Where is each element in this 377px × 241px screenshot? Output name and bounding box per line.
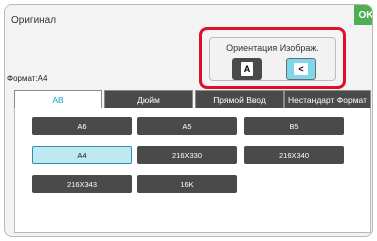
tab-custom-size[interactable]: Нестандарт Формат (284, 90, 371, 109)
size-216x343-button[interactable]: 216X343 (32, 175, 132, 193)
ok-button[interactable]: OK (354, 5, 372, 25)
size-16k-button[interactable]: 16K (137, 175, 237, 193)
format-label: Формат:А4 (7, 74, 48, 83)
size-216x330-button[interactable]: 216X330 (137, 146, 237, 164)
size-tabs: AB Дюйм Прямой Ввод Нестандарт Формат (14, 90, 371, 109)
tab-ab[interactable]: AB (14, 90, 102, 109)
size-a4-button[interactable]: A4 (32, 146, 132, 164)
orientation-highlight: Ориентация Изображ. A < (199, 27, 346, 89)
landscape-orientation-button[interactable]: < (286, 58, 316, 80)
size-a5-button[interactable]: A5 (137, 117, 237, 135)
tab-direct-input[interactable]: Прямой Ввод (195, 90, 284, 109)
size-b5-button[interactable]: B5 (244, 117, 344, 135)
portrait-orientation-button[interactable]: A (232, 58, 262, 80)
size-panel: A6 A5 B5 A4 216X330 216X340 216X343 16K (14, 108, 371, 233)
orientation-group: Ориентация Изображ. A < (209, 37, 336, 81)
tab-inch[interactable]: Дюйм (104, 90, 193, 109)
size-a6-button[interactable]: A6 (32, 117, 132, 135)
page-title: Оригинал (11, 15, 57, 26)
landscape-icon: < (294, 63, 308, 75)
orientation-title: Ориентация Изображ. (226, 43, 319, 53)
portrait-icon: A (241, 62, 253, 76)
size-216x340-button[interactable]: 216X340 (244, 146, 344, 164)
